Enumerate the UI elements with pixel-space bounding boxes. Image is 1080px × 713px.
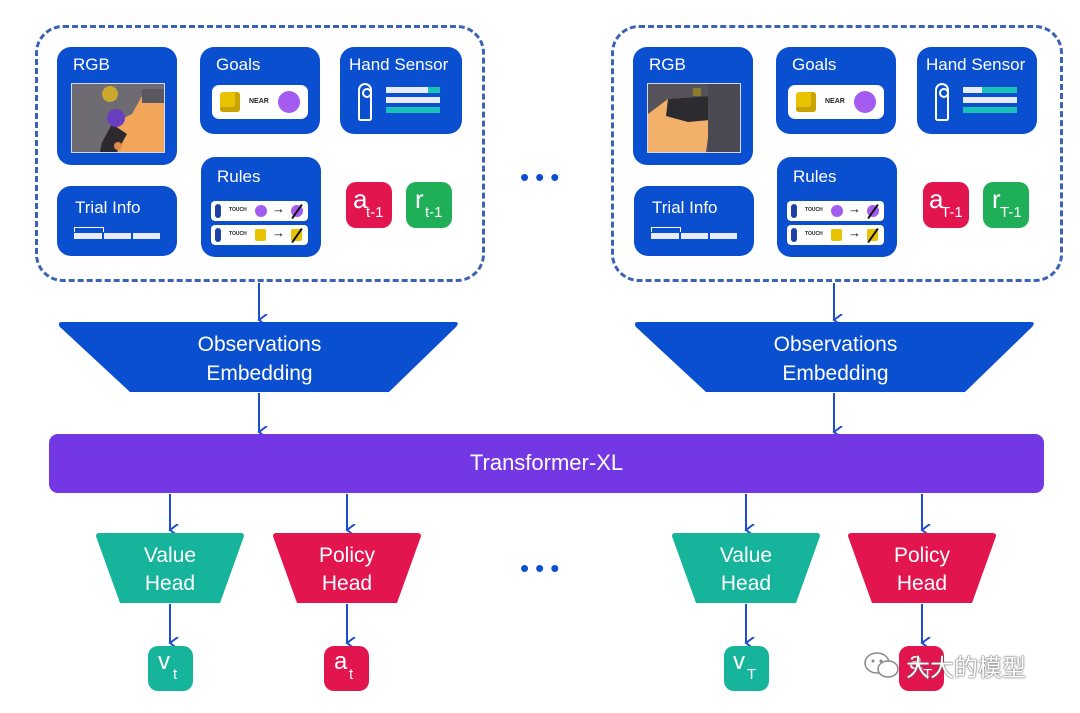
token-main: v — [733, 648, 745, 675]
watermark-text: 大大的模型 — [906, 655, 1026, 682]
policy-head-label-t: Policy Head — [277, 542, 417, 598]
token-sub: t — [173, 666, 178, 683]
token-main: a — [334, 648, 348, 675]
value-head-label-T: Value Head — [676, 542, 816, 598]
head-line1: Policy — [318, 544, 376, 567]
token-main: v — [158, 648, 170, 675]
head-line1: Value — [143, 544, 197, 567]
value-output-t: v t — [148, 646, 193, 691]
embedding-line1: Observations — [197, 333, 322, 356]
head-line2: Head — [144, 572, 196, 595]
head-line2: Head — [321, 572, 373, 595]
embedding-label-t: Observations Embedding — [130, 330, 389, 388]
value-output-T: v T — [724, 646, 769, 691]
embedding-label-T: Observations Embedding — [706, 330, 965, 388]
policy-output-t: a t — [324, 646, 369, 691]
embedding-line2: Embedding — [782, 362, 889, 385]
token-sub: t — [349, 666, 354, 683]
value-head-label-t: Value Head — [100, 542, 240, 598]
head-line1: Value — [719, 544, 773, 567]
policy-head-label-T: Policy Head — [852, 542, 992, 598]
embedding-line1: Observations — [773, 333, 898, 356]
ellipsis-bottom: ••• — [520, 553, 566, 583]
token-sub: T — [747, 666, 757, 683]
embedding-line2: Embedding — [206, 362, 313, 385]
head-line2: Head — [720, 572, 772, 595]
head-line2: Head — [896, 572, 948, 595]
head-line1: Policy — [893, 544, 951, 567]
wechat-icon — [864, 652, 899, 678]
transformer-label: Transformer-XL — [469, 450, 624, 475]
